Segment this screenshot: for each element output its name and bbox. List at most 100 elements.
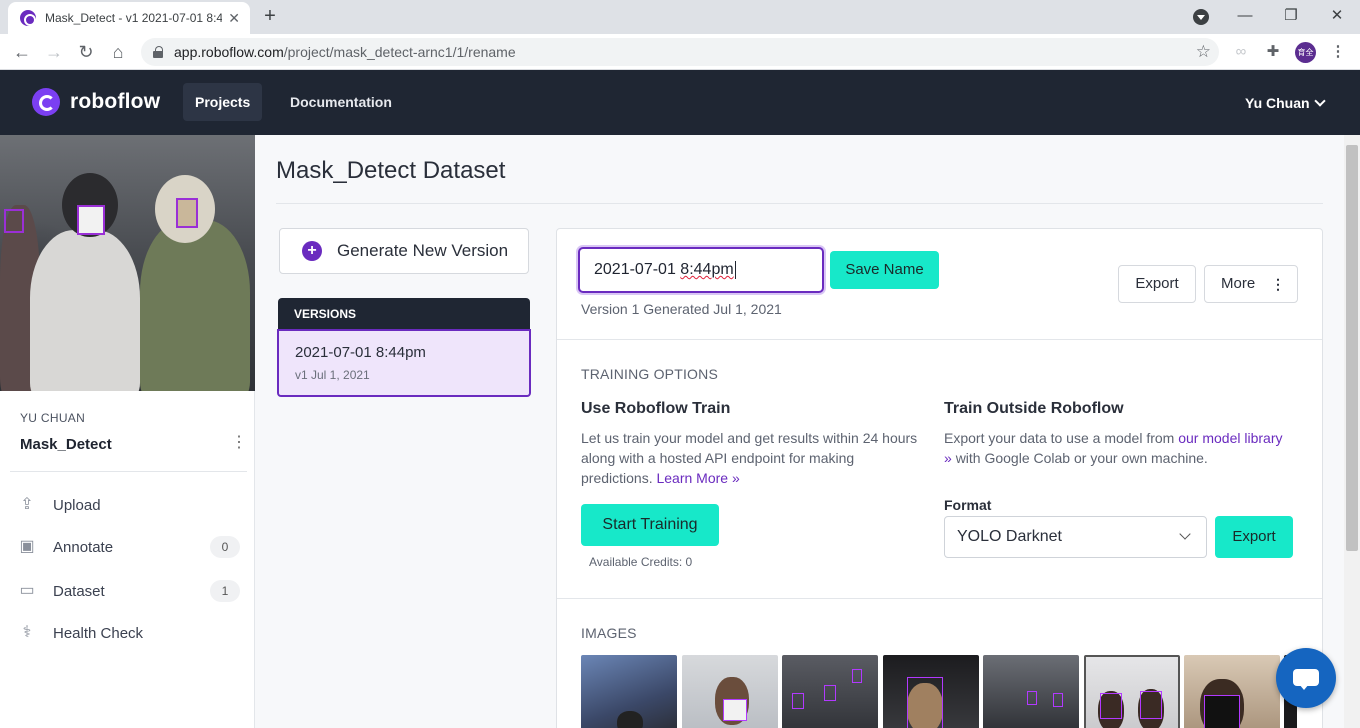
annotation-box [77, 205, 105, 235]
user-menu[interactable]: Yu Chuan [1245, 95, 1326, 111]
annotation-box [1204, 695, 1240, 728]
new-tab-button[interactable]: + [259, 5, 281, 27]
cover-figure [140, 220, 250, 391]
sidebar-item-label: Upload [53, 496, 101, 514]
reload-icon[interactable]: ↻ [75, 41, 97, 63]
address-bar[interactable]: app.roboflow.com/project/mask_detect-arn… [141, 38, 1219, 66]
image-thumbnail[interactable] [581, 655, 677, 728]
brand-logo[interactable]: roboflow [32, 88, 160, 116]
browser-toolbar: ← → ↻ ⌂ app.roboflow.com/project/mask_de… [0, 34, 1360, 70]
profile-avatar[interactable]: 育全 [1295, 42, 1316, 63]
page-scrollbar[interactable] [1344, 135, 1360, 728]
sidebar-divider [10, 471, 247, 472]
train-outside-text-before: Export your data to use a model from [944, 430, 1175, 446]
nav-documentation[interactable]: Documentation [278, 83, 404, 121]
train-outside-description: Export your data to use a model from our… [944, 428, 1284, 468]
plus-circle-icon: + [302, 241, 322, 261]
sidebar-item-health-check[interactable]: ⚕ Health Check [16, 619, 240, 647]
upload-icon: ⇪ [20, 496, 34, 513]
chat-bubble-icon [1293, 669, 1319, 690]
tab-search-icon[interactable] [1193, 9, 1209, 25]
image-thumbnails [581, 655, 1297, 728]
nav-projects[interactable]: Projects [183, 83, 263, 121]
roboflow-train-description: Let us train your model and get results … [581, 428, 926, 488]
chevron-down-icon [1313, 95, 1326, 107]
forward-arrow-icon[interactable]: → [43, 41, 65, 63]
generate-version-button[interactable]: + Generate New Version [279, 228, 529, 274]
count-badge: 1 [210, 580, 240, 602]
version-name-date: 2021-07-01 [594, 261, 681, 278]
brand-name: roboflow [70, 90, 161, 113]
browser-tab[interactable]: Mask_Detect - v1 2021-07-01 8:44pm ✕ [8, 2, 250, 34]
image-thumbnail[interactable] [782, 655, 878, 728]
roboflow-favicon-icon [20, 10, 36, 26]
chevron-down-icon [1179, 528, 1191, 540]
sidebar-item-label: Health Check [53, 624, 144, 642]
image-thumbnail[interactable] [983, 655, 1079, 728]
annotate-icon: ▣ [19, 538, 35, 555]
close-tab-icon[interactable]: ✕ [228, 10, 240, 27]
home-icon[interactable]: ⌂ [107, 41, 129, 63]
restore-window-button[interactable]: ❐ [1279, 5, 1303, 27]
annotation-box [907, 677, 943, 728]
minimize-window-button[interactable]: — [1233, 5, 1257, 27]
project-name: Mask_Detect [20, 436, 112, 453]
annotation-box [1140, 691, 1162, 719]
generated-info: Version 1 Generated Jul 1, 2021 [581, 301, 782, 317]
extension-icon[interactable]: ∞ [1231, 42, 1251, 62]
chat-support-button[interactable] [1276, 648, 1336, 708]
back-arrow-icon[interactable]: ← [11, 41, 33, 63]
kebab-icon: ⋮ [1271, 276, 1285, 292]
format-value: YOLO Darknet [957, 528, 1062, 545]
learn-more-link[interactable]: Learn More » [656, 470, 739, 486]
format-select[interactable]: YOLO Darknet [944, 516, 1207, 558]
more-button[interactable]: More ⋮ [1204, 265, 1298, 303]
url-host: app.roboflow.com [174, 44, 284, 60]
images-caption: IMAGES [581, 625, 637, 641]
save-name-button[interactable]: Save Name [830, 251, 939, 289]
start-training-button[interactable]: Start Training [581, 504, 719, 546]
panel-divider [557, 598, 1322, 599]
close-window-button[interactable]: ✕ [1325, 5, 1349, 27]
image-thumbnail[interactable] [1184, 655, 1280, 728]
version-name-time: 8:44pm [680, 261, 734, 278]
project-cover-image [0, 135, 255, 391]
image-thumbnail[interactable] [682, 655, 778, 728]
version-name-input[interactable]: 2021-07-01 8:44pm [578, 247, 824, 293]
generate-version-label: Generate New Version [337, 241, 509, 260]
roboflow-logo-icon [32, 88, 60, 116]
annotation-box [1100, 693, 1122, 719]
url-path: /project/mask_detect-arnc1/1/rename [283, 44, 516, 60]
version-item[interactable]: 2021-07-01 8:44pm v1 Jul 1, 2021 [277, 329, 531, 397]
sidebar-item-label: Annotate [53, 538, 114, 556]
train-outside-text-after: with Google Colab or your own machine. [955, 450, 1208, 466]
more-label: More [1221, 275, 1256, 292]
extensions-puzzle-icon[interactable]: ✚ [1263, 42, 1283, 62]
sidebar-item-dataset[interactable]: ▭ Dataset 1 [16, 577, 240, 605]
annotation-box [723, 699, 747, 721]
export-button[interactable]: Export [1118, 265, 1196, 303]
annotation-box [852, 669, 862, 683]
browser-menu-icon[interactable]: ⋮ [1328, 42, 1348, 62]
annotation-box [4, 209, 24, 233]
app-header: roboflow Projects Documentation Yu Chuan [0, 70, 1360, 135]
image-thumbnail[interactable] [883, 655, 979, 728]
user-name: Yu Chuan [1245, 95, 1310, 111]
scrollbar-thumb[interactable] [1346, 145, 1358, 551]
sidebar-item-upload[interactable]: ⇪ Upload [16, 491, 240, 519]
roboflow-train-heading: Use Roboflow Train [581, 400, 731, 417]
project-menu-icon[interactable]: ⋮ [231, 435, 247, 451]
cover-figure [30, 230, 140, 391]
annotation-box [1053, 693, 1063, 707]
export-format-button[interactable]: Export [1215, 516, 1293, 558]
bookmark-star-icon[interactable]: ☆ [1196, 42, 1211, 62]
image-thumbnail[interactable] [1084, 655, 1180, 728]
sidebar-item-annotate[interactable]: ▣ Annotate 0 [16, 533, 240, 561]
dataset-icon: ▭ [19, 582, 35, 599]
text-caret [734, 260, 736, 279]
stethoscope-icon: ⚕ [22, 624, 32, 641]
annotation-box [792, 693, 804, 709]
sidebar-item-label: Dataset [53, 582, 105, 600]
lock-icon [153, 46, 163, 58]
versions-header: VERSIONS [278, 298, 530, 330]
